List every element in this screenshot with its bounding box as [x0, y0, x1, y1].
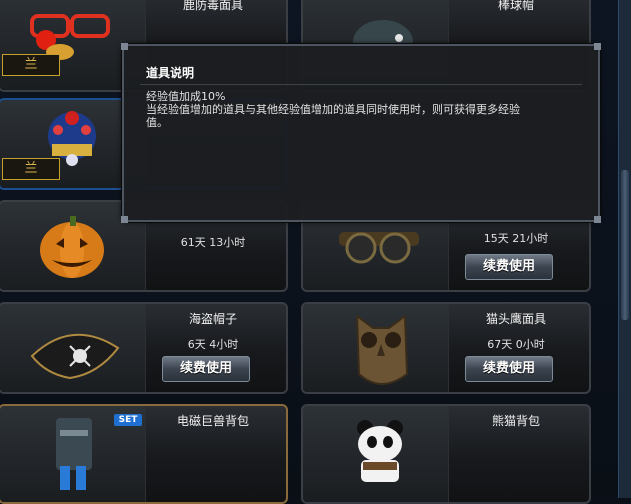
- rank-badge: 兰: [2, 54, 60, 76]
- item-card-panda-backpack[interactable]: 熊猫背包: [301, 404, 591, 504]
- renew-button[interactable]: 续费使用: [465, 356, 553, 382]
- item-name: 鹿防毒面具: [182, 0, 243, 12]
- tooltip-divider: [140, 84, 582, 85]
- tooltip-text-line: 当经验值增加的道具与其他经验值增加的道具同时使用时，则可获得更多经验: [146, 103, 520, 116]
- tooltip-text-line: 经验值加成10%: [146, 90, 226, 103]
- owl-mask-icon: [355, 313, 409, 385]
- renew-button[interactable]: 续费使用: [465, 254, 553, 280]
- item-duration: 61天 13小时: [180, 236, 246, 249]
- item-name: 棒球帽: [497, 0, 534, 12]
- renew-button[interactable]: 续费使用: [162, 356, 250, 382]
- tooltip-corner-ornament: [121, 216, 128, 223]
- item-card-pirate-hat[interactable]: 海盗帽子 6天 4小时 续费使用: [0, 302, 288, 394]
- item-duration: 6天 4小时: [187, 338, 239, 351]
- tooltip-text-line: 值。: [146, 116, 168, 129]
- item-thumbnail: [303, 304, 449, 392]
- rank-badge: 兰: [2, 158, 60, 180]
- item-description-tooltip: 道具说明 经验值加成10% 当经验值增加的道具与其他经验值增加的道具同时使用时，…: [121, 43, 601, 223]
- scrollbar-thumb[interactable]: [621, 170, 629, 320]
- item-card-electromagnetic-backpack[interactable]: SET 电磁巨兽背包: [0, 404, 288, 504]
- item-thumbnail: [303, 406, 449, 502]
- item-name: 海盗帽子: [188, 312, 237, 326]
- item-thumbnail: [0, 304, 146, 392]
- scrollbar[interactable]: [618, 0, 631, 498]
- tooltip-corner-ornament: [594, 216, 601, 223]
- item-name: 电磁巨兽背包: [176, 414, 249, 428]
- pirate-hat-icon: [30, 333, 120, 380]
- set-badge: SET: [114, 414, 142, 426]
- tooltip-corner-ornament: [594, 43, 601, 50]
- item-name: 猫头鹰面具: [485, 312, 546, 326]
- item-name: 熊猫背包: [491, 414, 540, 428]
- item-duration: 67天 0小时: [487, 338, 545, 351]
- tooltip-corner-ornament: [121, 43, 128, 50]
- panda-backpack-icon: [357, 420, 403, 482]
- item-card-owl-mask[interactable]: 猫头鹰面具 67天 0小时 续费使用: [301, 302, 591, 394]
- tooltip-title: 道具说明: [146, 66, 195, 80]
- item-duration: 15天 21小时: [483, 232, 549, 245]
